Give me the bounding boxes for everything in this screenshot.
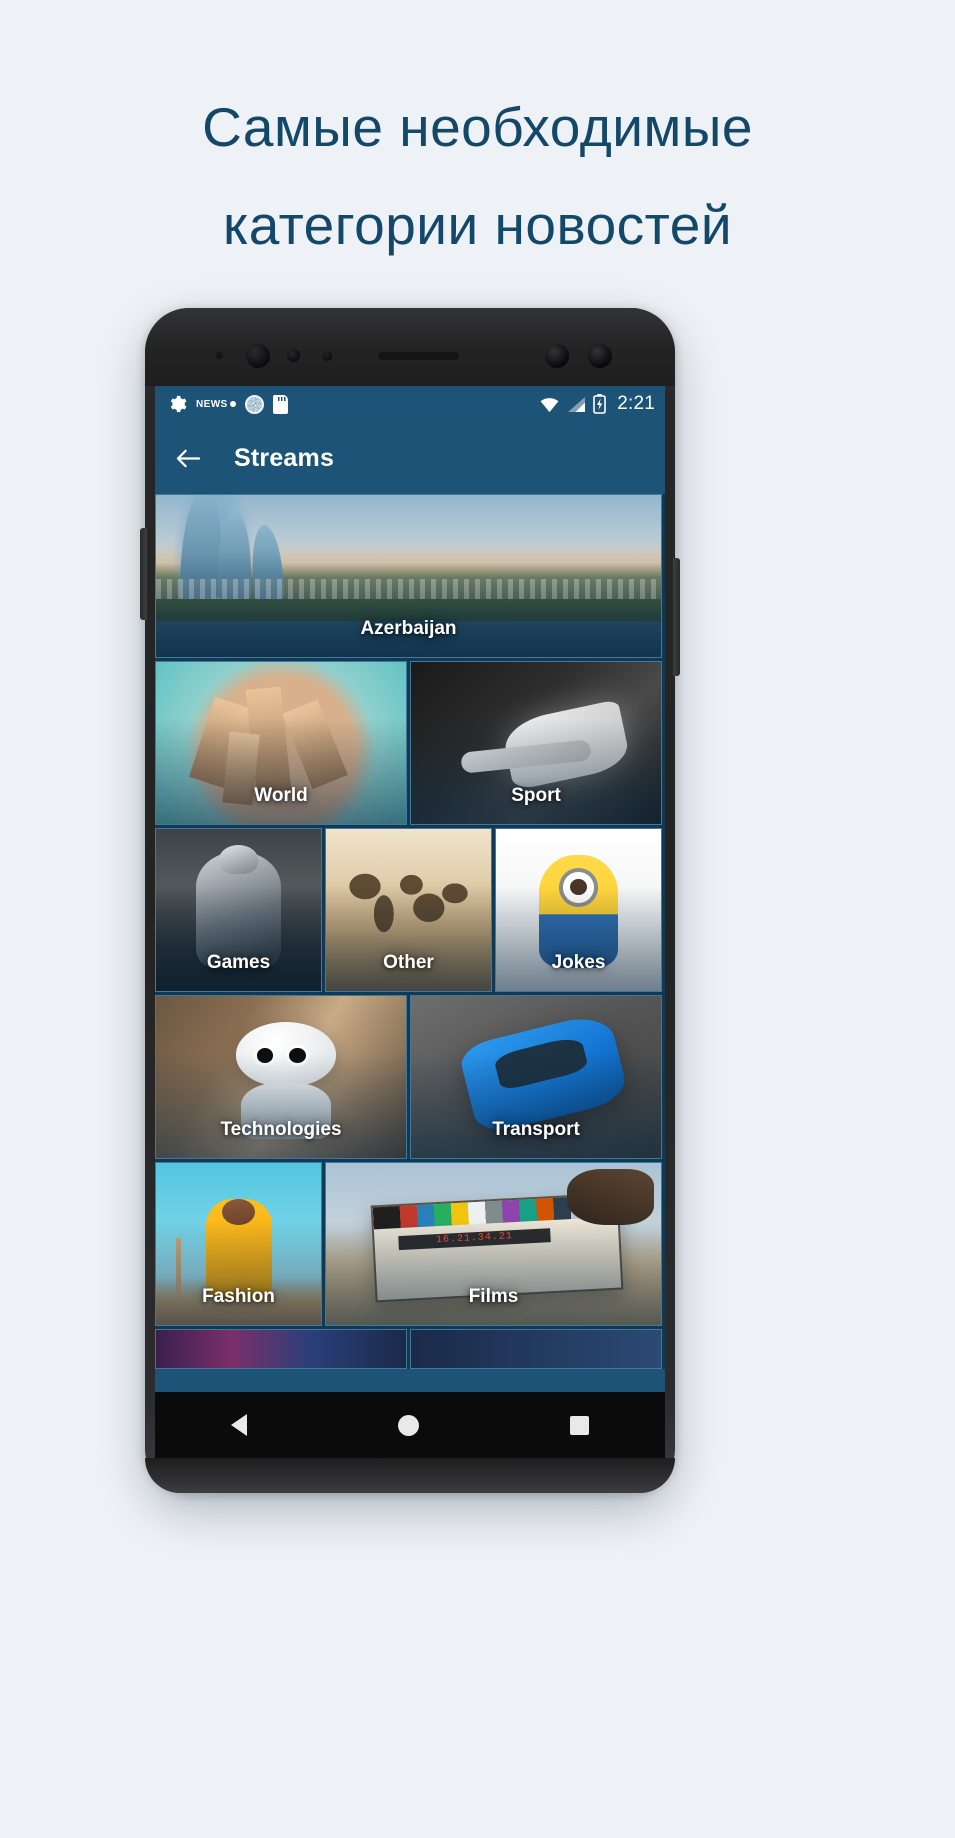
tile-games[interactable]: Games <box>155 828 322 992</box>
tile-world[interactable]: World <box>155 661 407 825</box>
news-badge-icon: NEWS <box>196 399 236 410</box>
tile-label: Games <box>206 952 271 973</box>
tile-partial-left[interactable] <box>155 1329 407 1369</box>
phone-screen: NEWS 2:21 Streams Azerbaijan World Sport… <box>155 386 665 1392</box>
app-bar: Streams <box>155 422 665 494</box>
tile-azerbaijan[interactable]: Azerbaijan <box>155 494 662 658</box>
grid-row: Games Other Jokes <box>155 828 665 992</box>
nav-home-icon[interactable] <box>397 1414 419 1436</box>
headline-line-1: Самые необходимые <box>202 96 753 158</box>
light-sensor-icon <box>322 351 332 361</box>
tile-label: Jokes <box>551 952 606 973</box>
news-badge-dot <box>229 401 236 407</box>
phone-bottom-bezel <box>145 1458 675 1493</box>
tile-transport[interactable]: Transport <box>410 995 662 1159</box>
tile-artwork <box>411 1330 661 1368</box>
secondary-camera-icon <box>588 344 612 368</box>
gear-icon <box>167 394 187 414</box>
tile-label: Azerbaijan <box>360 618 457 639</box>
status-bar: NEWS 2:21 <box>155 386 665 422</box>
status-bar-clock: 2:21 <box>617 393 655 414</box>
android-nav-bar <box>155 1392 665 1458</box>
tile-artwork <box>156 1330 406 1368</box>
sd-card-icon <box>272 394 288 414</box>
nav-recents-icon[interactable] <box>570 1415 590 1435</box>
tile-label: Technologies <box>220 1119 342 1140</box>
grid-row: Azerbaijan <box>155 494 665 658</box>
tile-jokes[interactable]: Jokes <box>495 828 662 992</box>
cellular-signal-icon <box>567 396 586 413</box>
wifi-icon <box>539 396 560 413</box>
tile-label: Transport <box>492 1119 580 1140</box>
arrow-left-icon[interactable] <box>175 447 202 470</box>
tile-label: Fashion <box>202 1286 275 1307</box>
grid-row <box>155 1329 665 1369</box>
grid-row: Fashion 16.21.34.21 Films <box>155 1162 665 1326</box>
tile-label: Films <box>468 1286 519 1307</box>
sync-circle-icon <box>244 394 264 414</box>
status-bar-left-icons: NEWS <box>167 394 539 414</box>
tile-technologies[interactable]: Technologies <box>155 995 407 1159</box>
tile-sport[interactable]: Sport <box>410 661 662 825</box>
nav-back-icon[interactable] <box>230 1414 247 1436</box>
headline-line-2: категории новостей <box>222 194 733 256</box>
promo-headline: Самые необходимые категории новостей <box>0 78 955 274</box>
tile-label: World <box>254 785 308 806</box>
tile-label: Sport <box>511 785 561 806</box>
battery-charging-icon <box>593 394 607 414</box>
grid-row: Technologies Transport <box>155 995 665 1159</box>
front-camera-icon <box>246 344 270 368</box>
volume-button[interactable] <box>140 528 147 620</box>
iris-scanner-icon <box>545 344 569 368</box>
news-badge-label: NEWS <box>196 398 228 410</box>
tile-other[interactable]: Other <box>325 828 492 992</box>
tile-label: Other <box>383 952 434 973</box>
tile-films[interactable]: 16.21.34.21 Films <box>325 1162 662 1326</box>
page-title: Streams <box>234 443 335 472</box>
status-bar-right-icons: 2:21 <box>539 393 655 415</box>
sensor-icon <box>216 352 223 359</box>
power-button[interactable] <box>673 558 680 676</box>
phone-top-bezel <box>145 308 675 386</box>
proximity-sensor-icon <box>287 349 300 362</box>
streams-grid: Azerbaijan World Sport Games Other Jokes… <box>155 494 665 1369</box>
grid-row: World Sport <box>155 661 665 825</box>
tile-fashion[interactable]: Fashion <box>155 1162 322 1326</box>
earpiece-speaker <box>378 352 459 360</box>
tile-partial-right[interactable] <box>410 1329 662 1369</box>
phone-mockup: NEWS 2:21 Streams Azerbaijan World Sport… <box>140 308 680 1493</box>
